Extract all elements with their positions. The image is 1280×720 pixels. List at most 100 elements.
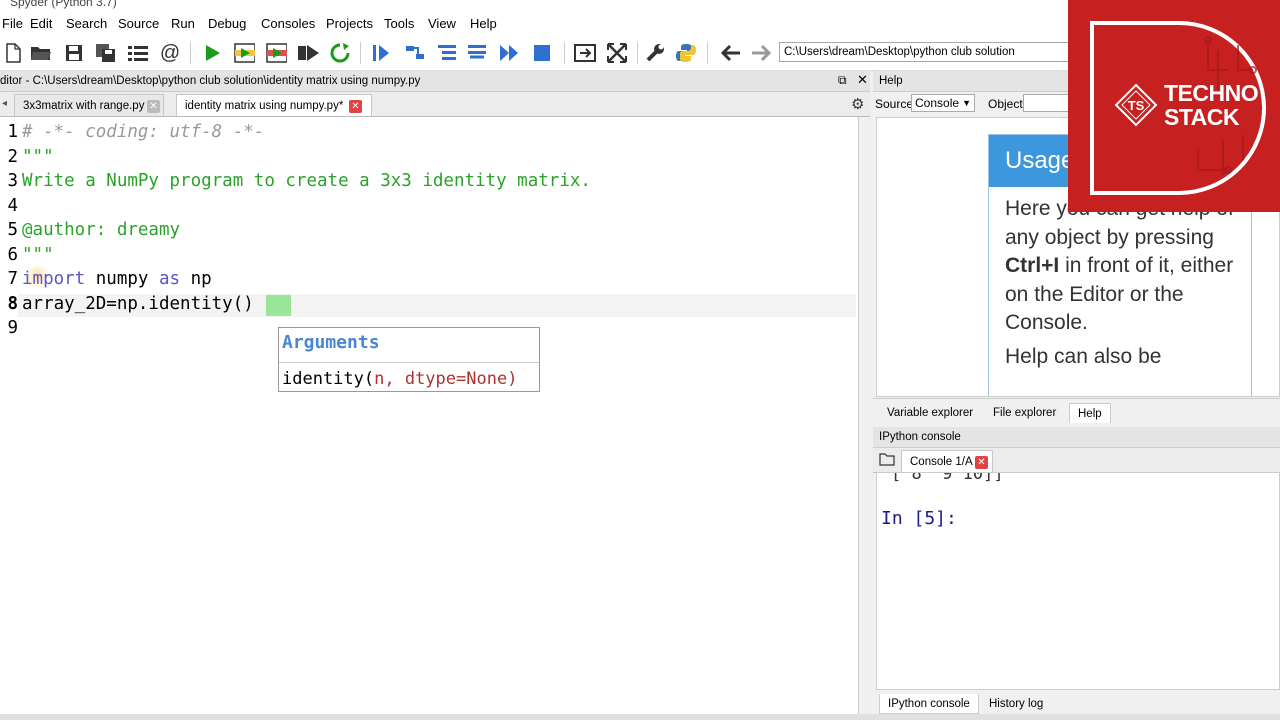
code-editor[interactable] — [0, 117, 859, 720]
menu-help[interactable]: Help — [470, 16, 497, 31]
menu-view[interactable]: View — [428, 16, 456, 31]
list-icon[interactable] — [127, 42, 149, 64]
tab-file-explorer[interactable]: File explorer — [985, 403, 1064, 423]
menu-edit[interactable]: Edit — [30, 16, 52, 31]
line-number: 5 — [7, 220, 18, 240]
logo-badge-text: TS — [1128, 98, 1145, 113]
toolbar-separator — [637, 42, 638, 64]
menu-file[interactable]: File — [2, 16, 23, 31]
keyword-as: as — [158, 269, 181, 289]
tab-help[interactable]: Help — [1069, 403, 1111, 423]
tab-identity-matrix[interactable]: identity matrix using numpy.py* ✕ — [176, 94, 372, 116]
calltip-divider — [279, 362, 539, 363]
fullscreen-icon[interactable] — [606, 42, 628, 64]
usage-shortcut: Ctrl+I — [1005, 254, 1060, 277]
chevron-down-icon: ▼ — [962, 98, 971, 108]
editor-tab-bar: ◂ 3x3matrix with range.py ✕ identity mat… — [0, 92, 870, 117]
code-line: import numpy as np — [22, 269, 212, 289]
source-select[interactable]: Console ▼ — [911, 94, 975, 112]
forward-arrow-icon[interactable] — [750, 42, 772, 64]
save-icon[interactable] — [63, 42, 85, 64]
calltip-popup: Arguments identity(n, dtype=None) — [278, 327, 540, 392]
rerun-icon[interactable] — [329, 42, 351, 64]
editor-pane-title: ditor - C:\Users\dream\Desktop\python cl… — [0, 71, 870, 92]
code-line: # -*- coding: utf-8 -*- — [22, 122, 265, 142]
gear-icon[interactable]: ⚙ — [851, 95, 864, 113]
new-file-icon[interactable] — [2, 42, 24, 64]
tab-console-1a[interactable]: Console 1/A ✕ — [901, 450, 993, 472]
line-number: 3 — [7, 171, 18, 191]
wrench-icon[interactable] — [644, 42, 666, 64]
tab-scroll-left-icon[interactable]: ◂ — [2, 98, 7, 109]
tab-history-log[interactable]: History log — [981, 694, 1051, 714]
folder-icon[interactable] — [879, 452, 895, 469]
menu-debug[interactable]: Debug — [208, 16, 246, 31]
status-bar — [0, 714, 1280, 720]
logo-ts-badge: TS — [1114, 83, 1158, 127]
line-number: 2 — [7, 147, 18, 167]
line-number: 4 — [7, 196, 18, 216]
usage-text: Here you can get help of any object by p… — [989, 187, 1251, 379]
editor-scrollbar[interactable] — [858, 117, 871, 720]
code-token: np — [180, 269, 212, 289]
run-cell-advance-icon[interactable] — [265, 42, 287, 64]
close-pane-icon[interactable]: ✕ — [857, 72, 868, 88]
code-line: array_2D=np.identity() — [22, 294, 254, 314]
open-folder-icon[interactable] — [30, 42, 52, 64]
close-tab-icon[interactable]: ✕ — [147, 100, 160, 113]
window-title: Spyder (Python 3.7) — [10, 0, 117, 9]
tab-3x3matrix[interactable]: 3x3matrix with range.py ✕ — [14, 94, 164, 116]
at-sign-icon[interactable]: @ — [159, 42, 181, 64]
continue-icon[interactable] — [498, 42, 520, 64]
console-bottom-tab-bar: IPython console History log — [873, 690, 1280, 714]
source-label: Source — [875, 97, 914, 111]
menu-source[interactable]: Source — [118, 16, 159, 31]
maximize-pane-icon[interactable] — [574, 42, 596, 64]
console-prompt: In [5]: — [881, 508, 957, 529]
logo-text-stack: STACK — [1164, 104, 1240, 130]
console-previous-output: [ 8 9 10]] — [891, 472, 1004, 484]
run-icon[interactable] — [201, 42, 223, 64]
code-line: """ — [22, 147, 54, 167]
tab-variable-explorer[interactable]: Variable explorer — [879, 403, 981, 423]
console-output[interactable]: [ 8 9 10]] In [5]: — [876, 472, 1280, 690]
toolbar-separator — [564, 42, 565, 64]
debug-icon[interactable] — [370, 42, 392, 64]
source-value: Console — [915, 96, 960, 110]
code-token: array_2D=np.identity — [22, 294, 233, 314]
stop-icon[interactable] — [531, 42, 553, 64]
usage-more-text: Help can also be — [1005, 344, 1162, 368]
step-into-icon[interactable] — [436, 42, 458, 64]
run-cell-icon[interactable] — [233, 42, 255, 64]
menu-tools[interactable]: Tools — [384, 16, 414, 31]
menu-search[interactable]: Search — [66, 16, 107, 31]
calltip-func: identity( — [282, 369, 375, 389]
line-number: 9 — [7, 318, 18, 338]
back-arrow-icon[interactable] — [720, 42, 742, 64]
tab-label: Console 1/A — [910, 456, 973, 468]
undock-icon[interactable]: ⧉ — [838, 73, 847, 88]
step-return-icon[interactable] — [466, 42, 488, 64]
calltip-args: n, dtype=None — [374, 369, 508, 389]
tab-label: identity matrix using numpy.py* — [185, 100, 344, 112]
run-selection-icon[interactable] — [297, 42, 319, 64]
keyword-import: import — [22, 269, 86, 289]
python-icon[interactable] — [675, 42, 697, 64]
close-tab-icon[interactable]: ✕ — [975, 456, 988, 469]
code-token: numpy — [85, 269, 159, 289]
working-directory-input[interactable]: C:\Users\dream\Desktop\python club solut… — [779, 42, 1079, 62]
save-all-icon[interactable] — [95, 42, 117, 64]
menu-run[interactable]: Run — [171, 16, 195, 31]
techno-stack-logo: TS TECHNO STACK — [1068, 0, 1280, 212]
code-line: """ — [22, 245, 54, 265]
code-line: Write a NumPy program to create a 3x3 id… — [22, 171, 591, 191]
tab-ipython-console[interactable]: IPython console — [879, 694, 979, 714]
menu-projects[interactable]: Projects — [326, 16, 373, 31]
line-number: 1 — [7, 122, 18, 142]
close-tab-icon[interactable]: ✕ — [349, 100, 362, 113]
tab-label: 3x3matrix with range.py — [23, 100, 145, 112]
menu-consoles[interactable]: Consoles — [261, 16, 315, 31]
code-paren: () — [232, 294, 254, 314]
step-icon[interactable] — [404, 42, 426, 64]
console-tab-bar: Console 1/A ✕ — [873, 448, 1280, 473]
